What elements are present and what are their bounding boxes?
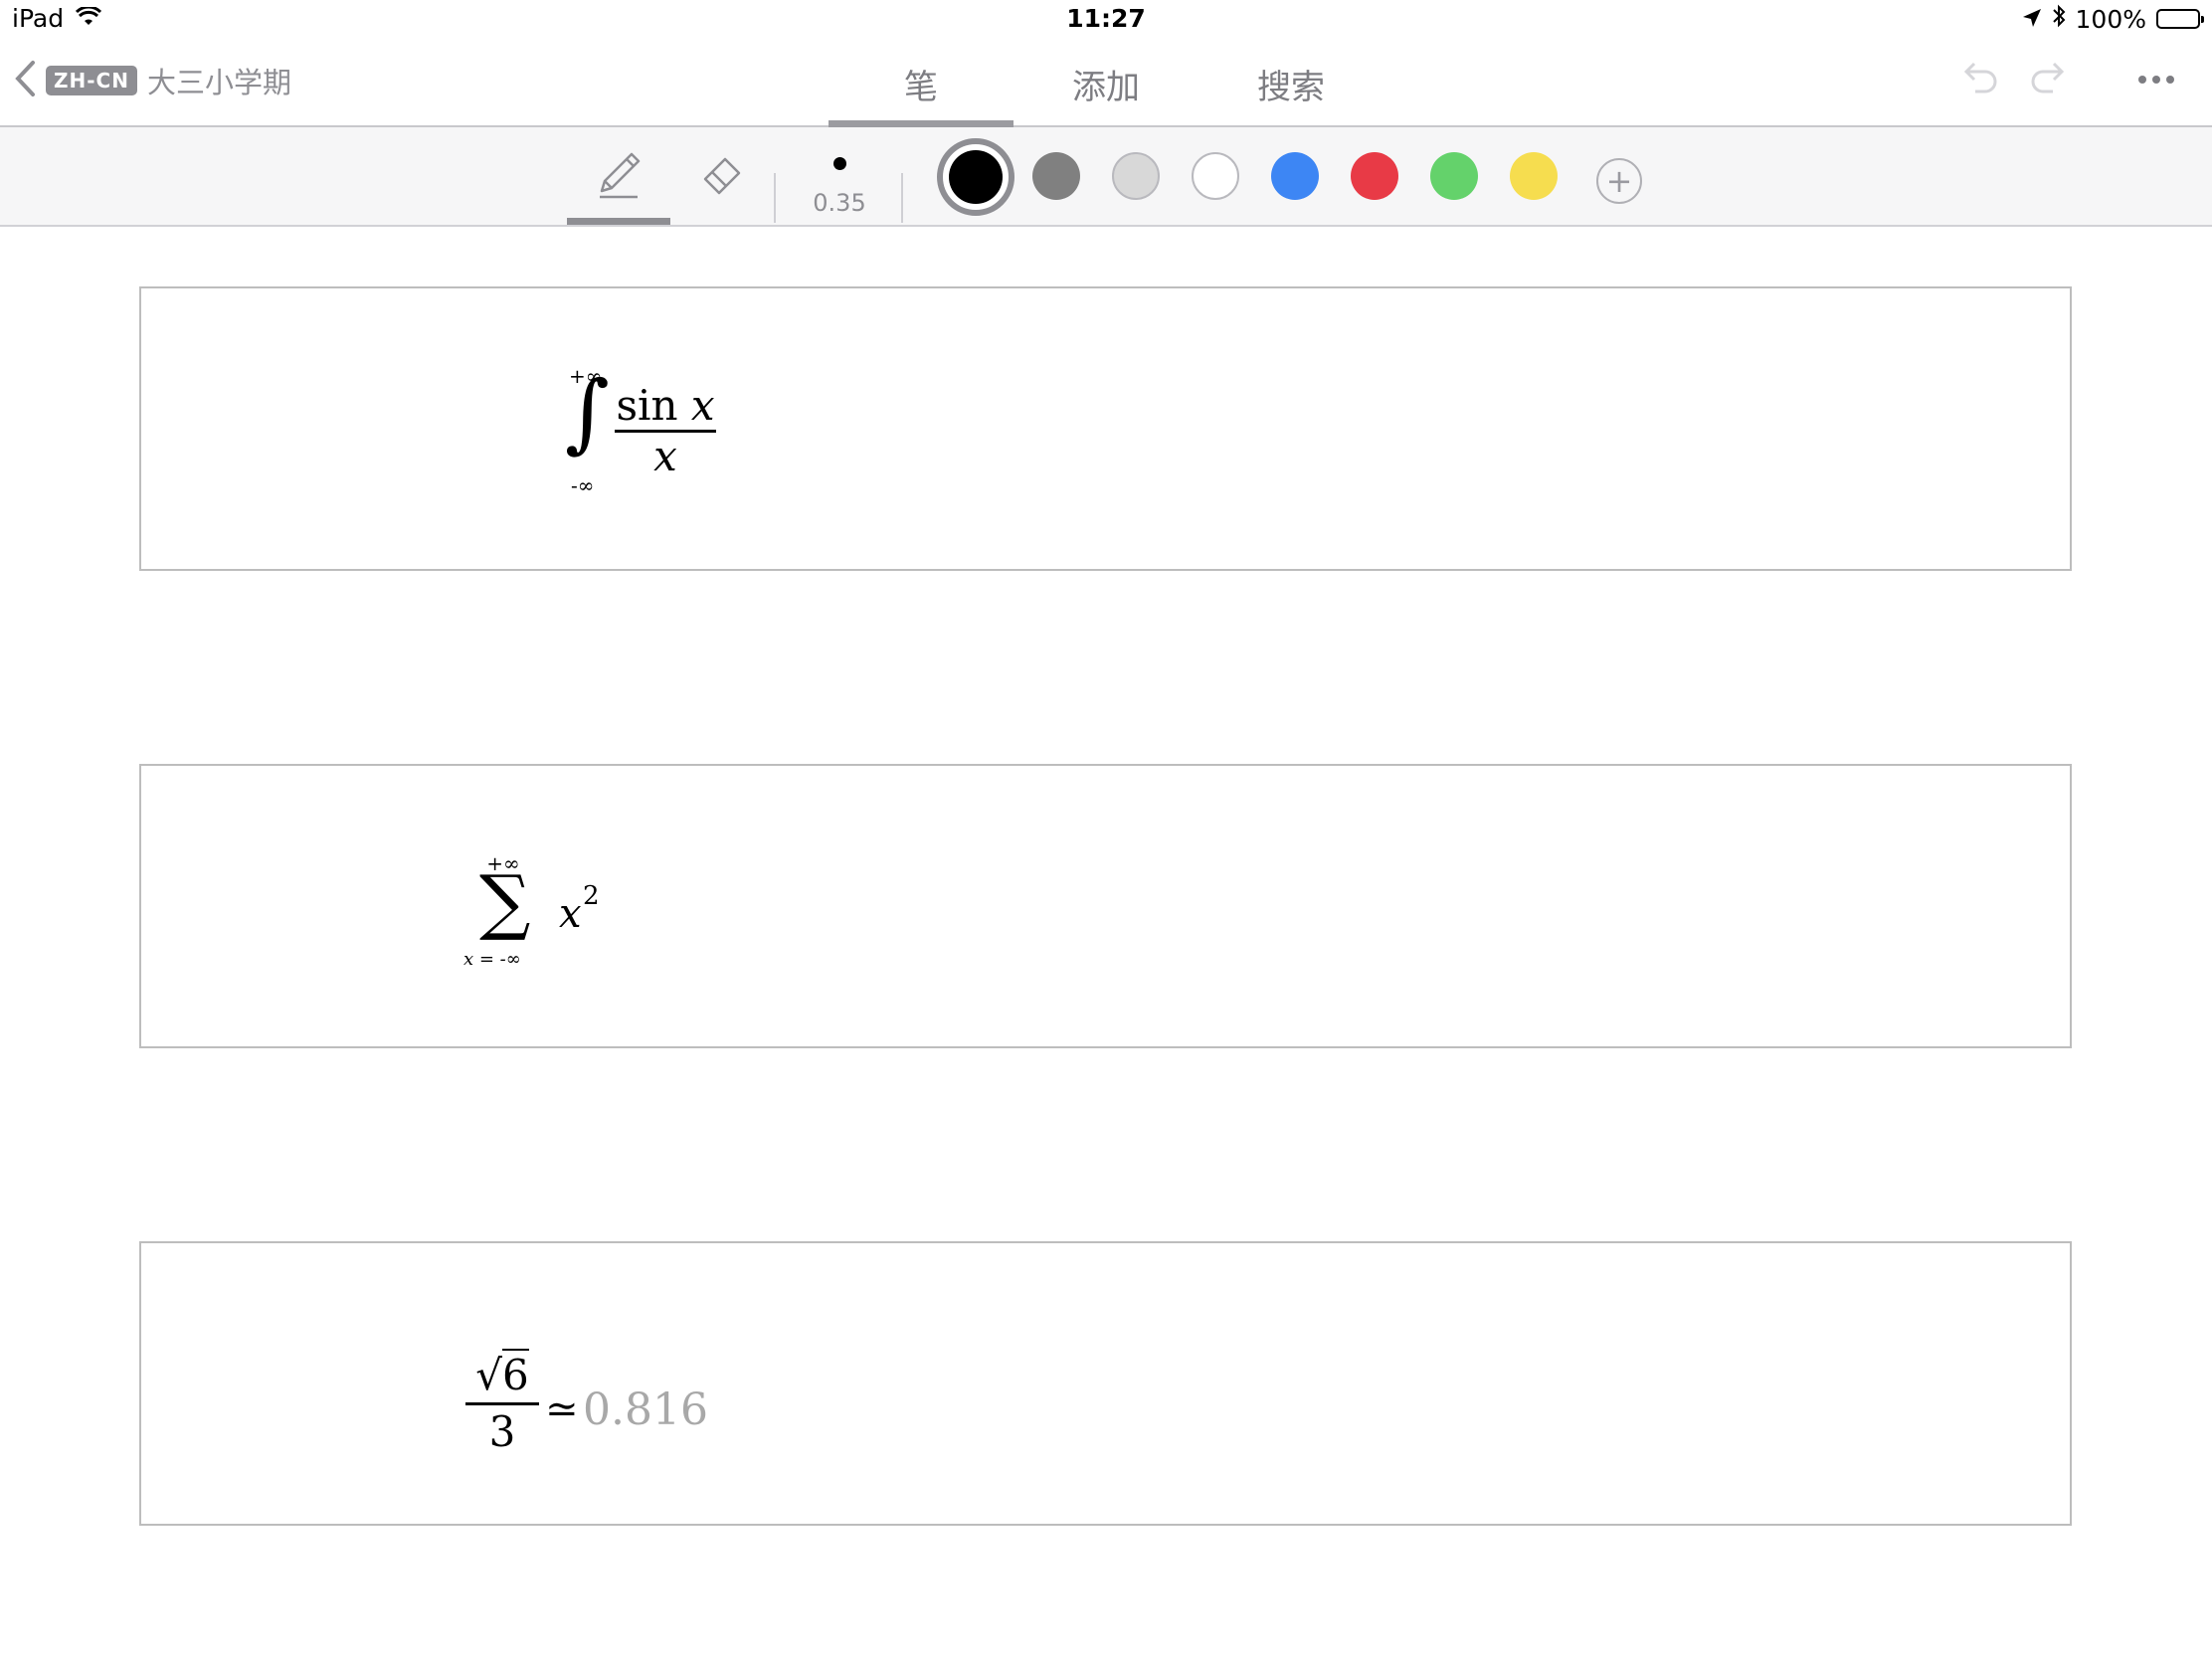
pencil-icon	[592, 147, 645, 205]
add-color-button[interactable]: +	[1596, 158, 1642, 204]
pen-tool-button[interactable]	[567, 127, 670, 225]
sigma-sign: ∑	[479, 859, 531, 943]
math-block[interactable]: √6 3 ≃ 0.816	[139, 1241, 2072, 1526]
clock: 11:27	[1066, 4, 1146, 33]
location-arrow-icon	[2022, 5, 2042, 34]
color-swatch-yellow[interactable]	[1510, 152, 1558, 200]
color-swatch-black[interactable]	[937, 138, 1014, 216]
undo-icon[interactable]	[1957, 56, 2001, 103]
sqrt-equation: √6 3 ≃ 0.816	[465, 1349, 764, 1482]
color-swatch-green[interactable]	[1430, 152, 1478, 200]
color-swatch-fill	[949, 150, 1003, 204]
math-block[interactable]: +∞ ∑ x = -∞ x 2	[139, 764, 2072, 1048]
stroke-width-value: 0.35	[813, 189, 866, 217]
toolbar-divider	[774, 173, 776, 223]
integral-equation: +∞ ∫ -∞ sin x x	[559, 364, 798, 507]
fraction-denominator: 3	[488, 1407, 516, 1456]
toolbar-divider	[901, 173, 903, 223]
color-swatch-light-gray[interactable]	[1112, 152, 1160, 200]
sum-base: x	[559, 891, 582, 937]
mode-tabs: 笔 添加 搜索	[829, 42, 1383, 127]
color-swatch-blue[interactable]	[1271, 152, 1319, 200]
stroke-width-preview	[833, 157, 846, 170]
battery-percent: 100%	[2075, 4, 2146, 34]
math-block[interactable]: +∞ ∫ -∞ sin x x	[139, 286, 2072, 571]
tab-pen[interactable]: 笔	[829, 42, 1014, 127]
sqrt-sign: √	[475, 1351, 503, 1399]
sum-exponent: 2	[583, 881, 600, 911]
chevron-left-icon	[14, 60, 36, 101]
color-swatch-white[interactable]	[1192, 152, 1239, 200]
nav-bar: ZH-CN 大三小学期 笔 添加 搜索	[0, 42, 2212, 127]
computed-result: 0.816	[583, 1384, 708, 1435]
eraser-icon	[697, 149, 747, 203]
color-swatch-red[interactable]	[1351, 152, 1398, 200]
fraction-bar	[465, 1402, 539, 1405]
tab-search[interactable]: 搜索	[1198, 42, 1383, 125]
radicand: 6	[502, 1349, 529, 1399]
tab-add[interactable]: 添加	[1014, 42, 1198, 125]
plus-icon: +	[1605, 162, 1633, 200]
back-button[interactable]: ZH-CN 大三小学期	[14, 60, 291, 101]
integral-lower-limit: -∞	[571, 473, 595, 497]
notebook-title: 大三小学期	[146, 66, 291, 99]
status-bar: iPad 11:27 100%	[0, 0, 2212, 42]
bluetooth-icon	[2052, 4, 2066, 34]
pen-toolbar: 0.35 +	[0, 127, 2212, 227]
approx-symbol: ≃	[545, 1386, 579, 1432]
fraction: √6 3	[465, 1349, 539, 1456]
sum-lower-limit: x = -∞	[463, 949, 521, 970]
fraction-numerator: √6	[465, 1349, 539, 1399]
integral-sign: ∫	[565, 363, 610, 462]
language-tag-badge: ZH-CN	[46, 66, 137, 95]
fraction-denominator: x	[653, 432, 677, 480]
fraction-numerator: sin x	[616, 381, 715, 430]
eraser-tool-button[interactable]	[681, 127, 763, 225]
status-right: 100%	[2022, 4, 2204, 34]
color-swatch-gray[interactable]	[1032, 152, 1080, 200]
battery-icon	[2156, 9, 2204, 29]
more-icon[interactable]	[2136, 71, 2176, 90]
fraction: sin x x	[615, 384, 716, 478]
redo-icon[interactable]	[2027, 56, 2071, 103]
stroke-width-control[interactable]: 0.35	[796, 127, 883, 225]
summation-equation: +∞ ∑ x = -∞ x 2	[463, 851, 668, 995]
nav-actions	[1957, 56, 2176, 103]
